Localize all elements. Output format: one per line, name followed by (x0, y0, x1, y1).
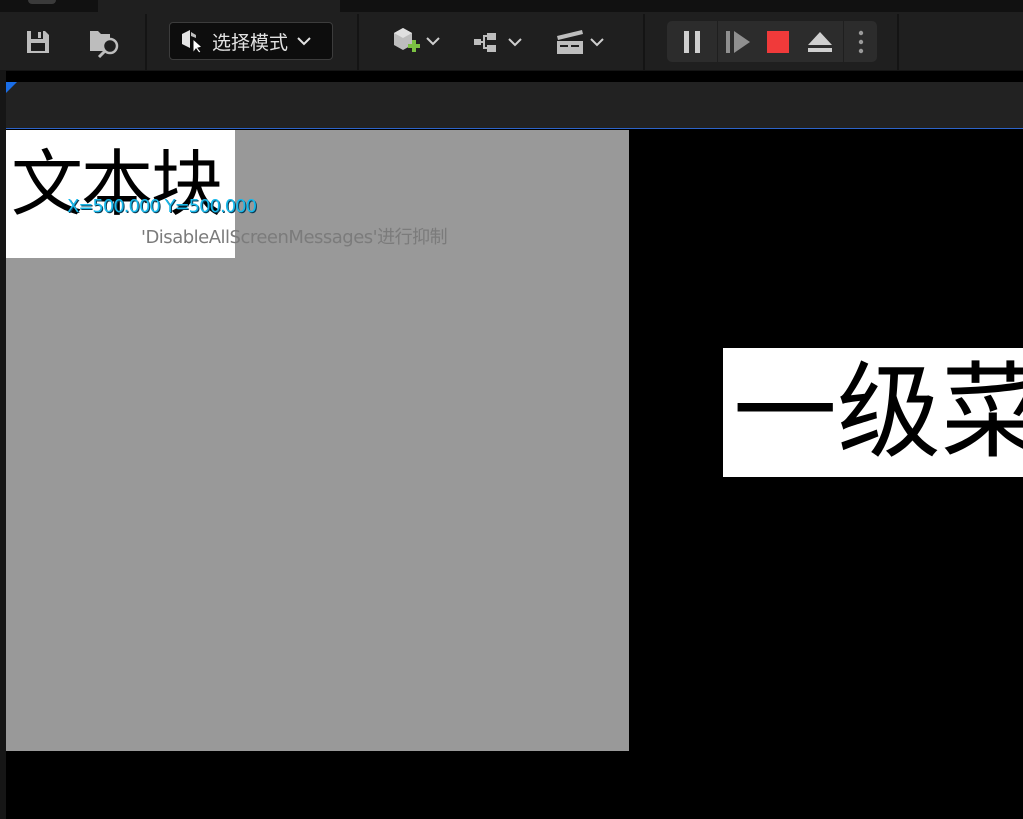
save-icon[interactable] (22, 26, 54, 58)
menu-level1-widget: 一级菜 (723, 348, 1023, 477)
add-actor-icon (390, 25, 424, 57)
select-mode-label: 选择模式 (212, 31, 289, 54)
chevron-down-icon (424, 33, 442, 49)
cinematics-dropdown[interactable] (552, 25, 608, 59)
toolbar-separator (357, 14, 359, 70)
stop-icon[interactable] (758, 21, 798, 62)
tab-edge (28, 0, 56, 4)
browse-content-icon[interactable] (87, 25, 123, 59)
add-actor-dropdown[interactable] (386, 24, 446, 58)
mouse-coordinates: X=500.000 Y=500.000 (67, 196, 257, 217)
eject-icon[interactable] (798, 21, 842, 62)
chevron-down-icon (588, 34, 606, 50)
toolbar-separator (643, 14, 645, 70)
main-toolbar: 选择模式 (0, 12, 1023, 71)
toolbar-separator (897, 14, 899, 70)
toolbar-separator (145, 14, 147, 70)
play-controls (667, 21, 877, 62)
screen-message-hint: 'DisableAllScreenMessages'进行抑制 (141, 227, 448, 248)
blueprint-dropdown[interactable] (470, 26, 526, 58)
editor-tab-strip (0, 0, 1023, 12)
select-mode-icon (180, 28, 204, 54)
chevron-down-icon (296, 33, 312, 49)
active-tab[interactable] (98, 0, 340, 12)
viewport-header (6, 82, 1023, 129)
select-mode-dropdown[interactable]: 选择模式 (169, 22, 333, 60)
frame-skip-icon[interactable] (718, 21, 758, 62)
chevron-down-icon (506, 34, 524, 50)
cinematics-icon (554, 27, 588, 57)
blueprint-icon (472, 28, 506, 56)
menu-level1-label: 一级菜 (733, 351, 1023, 473)
viewport-options-icon[interactable] (6, 82, 17, 93)
pause-icon[interactable] (667, 21, 717, 62)
more-options-icon[interactable] (844, 21, 877, 62)
